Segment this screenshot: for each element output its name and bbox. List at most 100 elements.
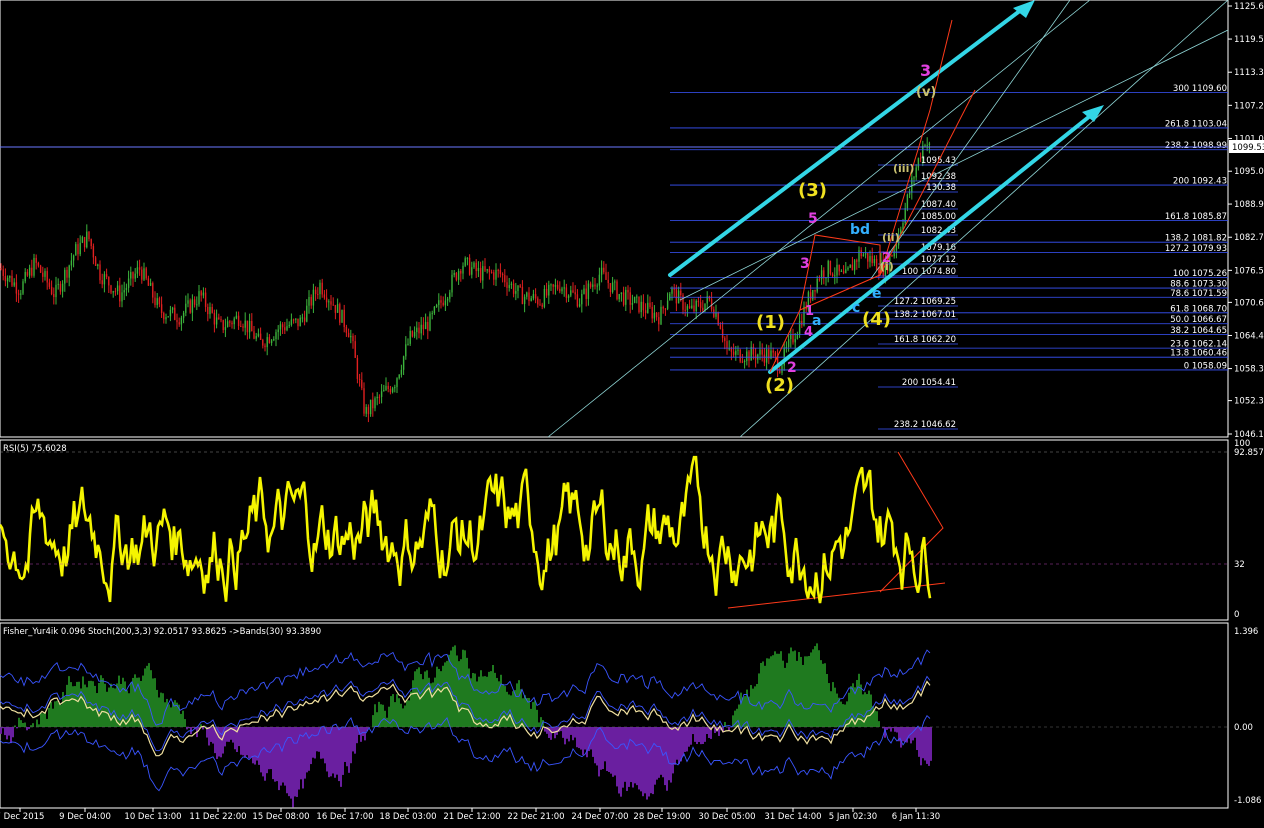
time-tick-label: 7 Dec 2015 bbox=[0, 812, 44, 822]
candle-body bbox=[66, 269, 68, 278]
fisher-bar bbox=[50, 701, 52, 727]
price-tick-label: 1125.69 bbox=[1234, 2, 1264, 12]
candle-body bbox=[281, 324, 284, 328]
candle-body bbox=[633, 296, 636, 303]
candle-body bbox=[477, 268, 480, 272]
candle-body bbox=[180, 317, 183, 325]
fib-label: 100 1075.26 bbox=[1173, 269, 1227, 279]
candle-body bbox=[578, 304, 581, 307]
fisher-bar bbox=[434, 677, 436, 727]
fisher-bar bbox=[466, 657, 468, 727]
candle-body bbox=[26, 271, 29, 276]
time-tick-label: 21 Dec 12:00 bbox=[443, 812, 500, 822]
candle-body bbox=[649, 302, 651, 308]
candle-body bbox=[823, 270, 825, 279]
fisher-bar bbox=[624, 727, 626, 782]
candle-body bbox=[655, 312, 658, 318]
candle-body bbox=[176, 319, 178, 323]
candle-body bbox=[141, 269, 143, 280]
candle-body bbox=[394, 387, 396, 389]
candle-body bbox=[79, 242, 81, 255]
fisher-bar bbox=[256, 727, 258, 761]
indicator-level-labels: 10092.8573201.3960.00-1.086 bbox=[1234, 439, 1264, 806]
candle-body bbox=[39, 265, 42, 273]
fisher-bar bbox=[652, 727, 654, 795]
fisher-bar bbox=[426, 670, 428, 727]
candle-body bbox=[114, 291, 117, 293]
candle-body bbox=[310, 296, 312, 306]
candle-body bbox=[215, 317, 218, 325]
candle-body bbox=[605, 272, 607, 280]
candle-body bbox=[528, 292, 530, 302]
candle-body bbox=[218, 317, 220, 320]
candle-body bbox=[103, 274, 106, 285]
fib-mid-label: 100 1074.80 bbox=[902, 267, 956, 277]
candle-body bbox=[818, 278, 821, 280]
fisher-bar bbox=[174, 700, 176, 727]
candle-body bbox=[178, 322, 180, 325]
candle-body bbox=[622, 292, 625, 305]
fisher-bar bbox=[182, 710, 184, 727]
candle-body bbox=[301, 317, 304, 319]
fisher-bar bbox=[626, 727, 628, 791]
fisher-bar bbox=[522, 698, 524, 727]
candle-body bbox=[787, 339, 790, 347]
fisher-bar bbox=[376, 712, 378, 727]
candle-body bbox=[88, 231, 90, 240]
fisher-bar bbox=[102, 678, 104, 727]
fisher-bar bbox=[58, 702, 60, 727]
fisher-bar bbox=[680, 727, 682, 762]
candle-body bbox=[475, 262, 477, 272]
fisher-bar bbox=[362, 727, 364, 737]
candle-body bbox=[158, 298, 161, 305]
fisher-bar bbox=[638, 727, 640, 790]
candle-body bbox=[174, 307, 176, 320]
fisher-bar bbox=[410, 691, 412, 727]
candle-body bbox=[125, 287, 128, 291]
fisher-bar bbox=[920, 727, 922, 766]
candle-body bbox=[763, 354, 766, 363]
price-tick-label: 1058.34 bbox=[1234, 365, 1264, 375]
candle-body bbox=[119, 285, 121, 302]
fisher-bar bbox=[684, 727, 686, 752]
fib-label: 61.8 1068.70 bbox=[1170, 304, 1227, 314]
fisher-bar bbox=[316, 727, 318, 752]
fisher-bar bbox=[672, 727, 674, 774]
time-tick-label: 15 Dec 08:00 bbox=[252, 812, 309, 822]
fisher-bar bbox=[82, 676, 84, 727]
candle-body bbox=[482, 266, 484, 281]
candle-body bbox=[13, 282, 15, 286]
fisher-bar bbox=[592, 727, 594, 757]
candle-body bbox=[438, 300, 440, 305]
fib-label: 127.2 1079.93 bbox=[1165, 244, 1227, 254]
fisher-bar bbox=[78, 681, 80, 727]
fib-label: 38.2 1064.65 bbox=[1170, 326, 1227, 336]
candle-body bbox=[906, 194, 909, 209]
fisher-bar bbox=[562, 727, 564, 738]
candle-body bbox=[847, 267, 849, 270]
candle-body bbox=[422, 324, 425, 330]
candle-body bbox=[213, 312, 216, 325]
fisher-bar bbox=[780, 651, 782, 727]
fisher-bar bbox=[502, 684, 504, 727]
candle-body bbox=[761, 349, 763, 355]
candle-body bbox=[286, 326, 288, 331]
fisher-bar bbox=[760, 662, 762, 727]
fisher-bar bbox=[566, 727, 568, 739]
candle-body bbox=[455, 273, 458, 280]
fisher-bar bbox=[24, 722, 26, 727]
candle-body bbox=[251, 320, 253, 332]
candle-body bbox=[424, 321, 427, 330]
fisher-bar bbox=[492, 665, 494, 727]
candle-body bbox=[35, 257, 37, 263]
candle-body bbox=[869, 255, 871, 262]
fisher-bar bbox=[284, 727, 286, 786]
candle-body bbox=[581, 293, 583, 305]
candle-body bbox=[642, 301, 645, 311]
candle-body bbox=[2, 269, 4, 276]
price-tick-label: 1076.59 bbox=[1234, 266, 1264, 276]
price-axis: 1125.691119.551113.391107.241101.091095.… bbox=[1228, 2, 1264, 440]
candle-body bbox=[28, 267, 31, 276]
candle-body bbox=[328, 301, 330, 303]
candle-body bbox=[356, 357, 359, 379]
